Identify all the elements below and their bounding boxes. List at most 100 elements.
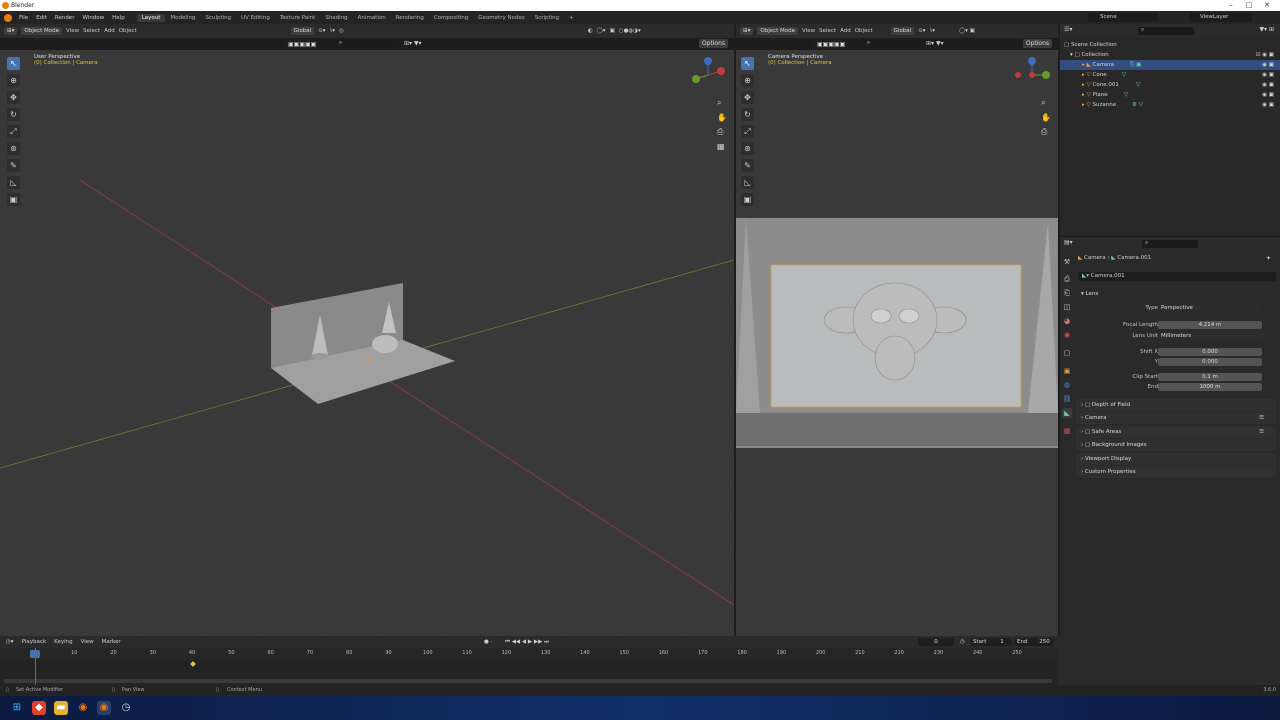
timer-icon[interactable]: ◷ [960,639,965,645]
datablock-field[interactable]: ◣▾ Camera.001 [1078,272,1276,281]
visibility-eye-icon[interactable]: ◉ ▣ [1262,80,1274,90]
left-pivot-icon[interactable]: ⊙▾ [318,28,325,34]
blender-active-taskbar-icon[interactable]: ◉ [97,701,111,715]
shift-x-field[interactable]: 0.000 [1158,348,1262,356]
collection-tab-icon[interactable]: ▢ [1062,348,1072,358]
tab-modeling[interactable]: Modeling [165,14,200,22]
left-menu-object[interactable]: Object [119,28,137,34]
right-annotate-icon[interactable]: ✎ [741,159,754,172]
timeline-scrollbar[interactable] [4,679,1052,683]
outliner-item-suzanne[interactable]: ▸ ▽ Suzanne ⚙ ▽ ◉ ▣ [1060,100,1280,110]
right-move-icon[interactable]: ✥ [741,91,754,104]
right-orientation-dropdown[interactable]: Global [890,27,915,35]
editor-type-button[interactable]: ⊞▾ [4,27,18,35]
end-frame-field[interactable]: End 250 [1014,638,1054,646]
panel-checkbox-icon[interactable]: ▢ [1085,402,1090,408]
playback-controls[interactable]: ⏮ ◀◀ ◀ ▶ ▶▶ ⏭ [505,639,549,646]
clip-end-field[interactable]: 1000 m [1158,383,1262,391]
tab-uv-editing[interactable]: UV Editing [236,14,275,22]
outliner-collection[interactable]: ▾ ▢ Collection ☑ ◉ ▣ [1060,50,1280,60]
view-layer-tab-icon[interactable]: ◫ [1062,302,1072,312]
outliner-scene-collection[interactable]: ▢ Scene Collection [1060,40,1280,50]
texture-tab-icon[interactable]: ▦ [1062,426,1072,436]
left-proportional-icon[interactable]: ◎ [339,28,344,34]
clock-app-icon[interactable]: ◷ [119,701,133,715]
menu-edit[interactable]: Edit [32,15,51,21]
scene-tab-icon[interactable]: ◕ [1062,316,1072,326]
collection-expand-icon[interactable]: ▾ ▢ [1070,52,1080,58]
left-menu-add[interactable]: Add [104,28,115,34]
visibility-eye-icon[interactable]: ◉ ▣ [1262,60,1274,70]
outliner-item-cone[interactable]: ▸ ▽ Cone ▽ ◉ ▣ [1060,70,1280,80]
right-camera-view-icon[interactable]: ⎙ [1041,127,1051,137]
shift-y-field[interactable]: 0.000 [1158,358,1262,366]
timeline-menu-playback[interactable]: Playback [22,639,47,645]
right-zoom-icon[interactable]: ⌕ [1041,98,1051,108]
add-cube-icon[interactable]: ▣ [7,193,20,206]
scene-selector[interactable]: Scene [1088,13,1158,22]
tab-rendering[interactable]: Rendering [391,14,429,22]
properties-editor-icon[interactable]: ▤▾ [1064,239,1073,246]
measure-icon[interactable]: ◺ [7,176,20,189]
outliner-search[interactable]: ⌕ [1138,27,1194,35]
right-menu-view[interactable]: View [802,28,815,34]
maximize-icon[interactable]: □ [1240,0,1258,11]
camera-panel[interactable]: › Camera ☰ [1076,412,1276,424]
output-tab-icon[interactable]: ⎗ [1062,288,1072,298]
left-3d-viewport[interactable]: User Perspective (0) Collection | Camera… [0,50,734,636]
properties-search[interactable]: ⌕ [1142,240,1198,248]
tab-layout[interactable]: Layout [136,13,166,22]
record-icon[interactable]: ● · [484,639,492,645]
safe-areas-panel[interactable]: › ▢ Safe Areas ☰ [1076,426,1276,438]
left-orientation-dropdown[interactable]: Global [290,27,315,35]
right-cursor-icon[interactable]: ⊕ [741,74,754,87]
object-tab-icon[interactable]: ▣ [1062,366,1072,376]
timeline-track-area[interactable] [0,660,1058,685]
timeline-menu-marker[interactable]: Marker [102,639,121,645]
custom-properties-panel[interactable]: › Custom Properties [1076,466,1276,478]
select-box-icon[interactable]: ↖ [7,57,20,70]
tab-shading[interactable]: Shading [320,14,352,22]
clip-start-field[interactable]: 0.1 m [1158,373,1262,381]
outliner-item-cone-001[interactable]: ▸ ▽ Cone.001 ▽ ◉ ▣ [1060,80,1280,90]
background-images-panel[interactable]: › ▢ Background Images [1076,439,1276,451]
outliner-item-camera[interactable]: ▸ ◣ Camera ⎘ ▣ ◉ ▣ [1060,60,1280,70]
ortho-grid-icon[interactable]: ▦ [717,142,727,151]
right-rotate-icon[interactable]: ↻ [741,108,754,121]
left-navigation-gizmo[interactable] [690,57,726,93]
lens-panel-header[interactable]: ▾ Lens [1076,288,1276,300]
right-pivot-icon[interactable]: ⊙▾ [918,28,925,34]
panel-checkbox-icon[interactable]: ▢ [1085,442,1090,448]
camera-data-tab-icon[interactable]: ◣ [1062,408,1072,418]
visibility-eye-icon[interactable]: ◉ ▣ [1262,70,1274,80]
menu-help[interactable]: Help [108,15,129,21]
right-search-field[interactable]: ⌕ [864,40,920,48]
lens-unit-dropdown[interactable]: Millimeters [1158,332,1262,340]
outliner-editor-icon[interactable]: ☰▾ [1064,26,1072,33]
left-snap-icon[interactable]: ⌇▾ [330,28,335,34]
timeline-menu-keying[interactable]: Keying [54,639,72,645]
left-overlay-icon[interactable]: ◯▾ [597,28,606,34]
annotate-icon[interactable]: ✎ [7,159,20,172]
right-mode-dropdown[interactable]: Object Mode [757,27,799,35]
right-filter-icon[interactable]: ⊞▾ ▼▾ [926,40,944,47]
start-frame-field[interactable]: Start 1 [970,638,1012,646]
menu-window[interactable]: Window [78,15,108,21]
brave-browser-icon[interactable]: ◆ [32,701,46,715]
tool-tab-icon[interactable]: ⚒ [1062,257,1072,267]
outliner-item-plane[interactable]: ▸ ▽ Plane ▽ ◉ ▣ [1060,90,1280,100]
scale-icon[interactable]: ⤢ [7,125,20,138]
windows-start-icon[interactable]: ⊞ [10,701,24,715]
panel-checkbox-icon[interactable]: ▢ [1085,429,1090,435]
right-menu-object[interactable]: Object [855,28,873,34]
close-icon[interactable]: ✕ [1258,0,1276,11]
right-editor-type-button[interactable]: ⊞▾ [740,27,754,35]
right-transform-icon[interactable]: ⊛ [741,142,754,155]
right-camera-viewport[interactable]: Camera Perspective (0) Collection | Came… [736,50,1058,636]
left-selectability-buttons[interactable]: ▣▣▣▣▣ [285,40,320,49]
timeline-ruler[interactable]: 0102030405060708090100110120130140150160… [0,648,1058,660]
menu-file[interactable]: File [15,15,32,21]
minimize-icon[interactable]: – [1222,0,1240,11]
rotate-icon[interactable]: ↻ [7,108,20,121]
physics-tab-icon[interactable]: ◍ [1062,380,1072,390]
